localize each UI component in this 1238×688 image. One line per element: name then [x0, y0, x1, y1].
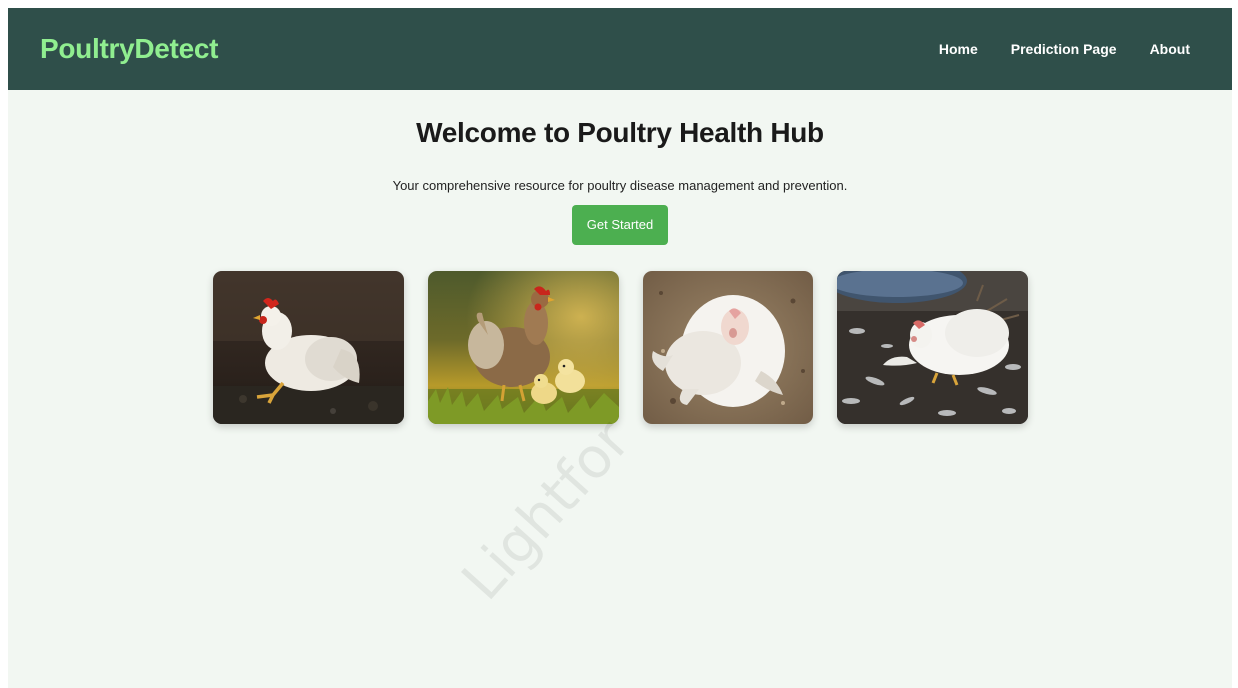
- watermark: Lightfor: [449, 408, 644, 613]
- image-gallery: [8, 271, 1232, 424]
- brand-logo[interactable]: PoultryDetect: [40, 33, 218, 65]
- chicken-on-feathers-photo: [836, 271, 1028, 424]
- page-title: Welcome to Poultry Health Hub: [416, 117, 824, 148]
- sick-white-chicken-photo: [642, 271, 813, 424]
- white-hen-sitting-photo: [212, 271, 404, 424]
- hero-section: Welcome to Poultry Health Hub Your compr…: [8, 90, 1232, 245]
- gallery-card-hen-chicks[interactable]: [427, 271, 619, 424]
- gallery-card-white-hen[interactable]: [212, 271, 404, 424]
- hen-with-chicks-photo: [427, 271, 619, 424]
- nav-link-home[interactable]: Home: [939, 41, 978, 57]
- navbar: PoultryDetect Home Prediction Page About: [8, 8, 1232, 90]
- get-started-button[interactable]: Get Started: [572, 205, 668, 245]
- page: PoultryDetect Home Prediction Page About…: [8, 8, 1232, 688]
- nav-links: Home Prediction Page About: [939, 41, 1190, 57]
- hero-subtitle: Your comprehensive resource for poultry …: [392, 178, 848, 193]
- gallery-card-sick-chicken[interactable]: [642, 271, 813, 424]
- nav-link-about[interactable]: About: [1150, 41, 1190, 57]
- nav-link-prediction-page[interactable]: Prediction Page: [1011, 41, 1117, 57]
- gallery-card-chicken-feathers[interactable]: [836, 271, 1028, 424]
